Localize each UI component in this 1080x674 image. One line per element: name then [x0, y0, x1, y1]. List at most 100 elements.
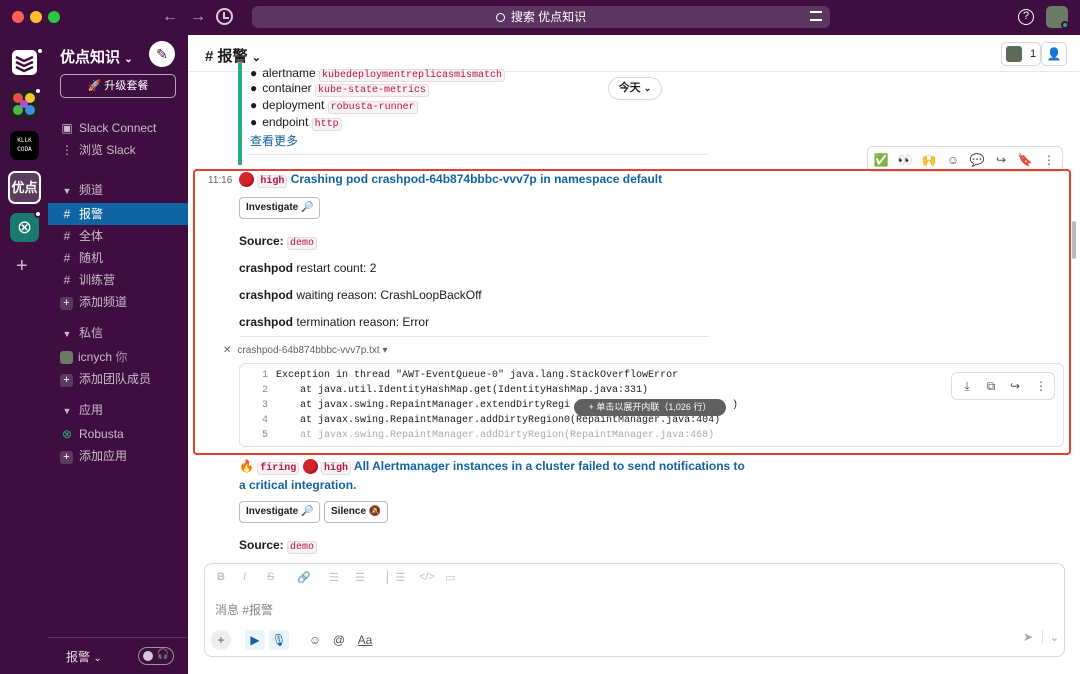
attach-plus-icon[interactable]: + — [211, 630, 231, 650]
mention-icon[interactable]: @ — [329, 630, 349, 650]
alert-title: high Crashing pod crashpod-64b874bbbc-vv… — [239, 172, 662, 188]
dm-section-header[interactable]: ▼ 私信 — [48, 322, 188, 344]
minimize-window-button[interactable] — [30, 11, 42, 23]
next-alert-title-link[interactable]: All Alertmanager instances in a cluster … — [354, 459, 745, 473]
hash-icon: # — [63, 273, 71, 287]
ordered-list-icon[interactable]: ☰ — [329, 571, 339, 584]
sidebar-item-dm-icnych[interactable]: icnych 你 — [48, 346, 188, 368]
compose-icon[interactable]: ✎ — [149, 41, 175, 67]
message-timestamp[interactable]: 11:16 — [208, 175, 232, 186]
user-avatar[interactable] — [1046, 6, 1069, 29]
code-snippet[interactable]: 1 Exception in thread "AWT-EventQueue-0" … — [239, 363, 1064, 447]
upgrade-button[interactable]: 🚀 升级套餐 — [60, 74, 176, 98]
channels-section-header[interactable]: ▼ 频道 — [48, 179, 188, 201]
raised-hands-reaction-icon[interactable]: 🙌 — [920, 151, 938, 169]
add-workspace-icon[interactable]: + — [16, 255, 28, 278]
bookmark-icon[interactable]: 🔖 — [1016, 151, 1034, 169]
share-icon[interactable]: ↪ — [992, 151, 1010, 169]
back-arrow-icon[interactable]: ← — [162, 8, 178, 26]
message-input[interactable]: 消息 #报警 — [215, 601, 273, 618]
workspace-todoist[interactable] — [10, 47, 44, 77]
silence-button[interactable]: Silence 🔕 — [324, 501, 389, 523]
share-icon[interactable]: ↪ — [1006, 377, 1024, 395]
workspace-youdian[interactable]: 优点 — [8, 171, 41, 204]
footer-channel-label[interactable]: 报警 ⌄ — [66, 648, 102, 665]
forward-arrow-icon[interactable]: → — [190, 8, 206, 26]
sidebar-item-alerts[interactable]: # 报警 — [48, 203, 188, 225]
members-button[interactable]: 1 — [1001, 42, 1041, 66]
investigate-button[interactable]: Investigate 🔎 — [239, 197, 321, 219]
huddle-toggle[interactable]: 🎧 — [138, 647, 174, 665]
add-teammate-button[interactable]: + 添加团队成员 — [48, 368, 188, 390]
dm-avatar — [60, 351, 73, 365]
workspace-kllk-coda[interactable]: KLLK CODA — [10, 131, 39, 160]
code-icon[interactable]: </> — [419, 571, 435, 583]
sidebar-item-bootcamp[interactable]: # 训练营 — [48, 269, 188, 291]
vertical-dots-icon: ⋮ — [61, 143, 73, 157]
show-more-link[interactable]: 查看更多 — [250, 132, 298, 149]
history-clock-icon[interactable] — [216, 8, 233, 25]
colorful-logo-icon — [13, 93, 35, 115]
firing-badge: firing — [257, 462, 300, 475]
sidebar-item-random[interactable]: # 随机 — [48, 247, 188, 269]
link-icon[interactable]: 🔗 — [297, 571, 311, 584]
close-window-button[interactable] — [12, 11, 24, 23]
apps-section-header[interactable]: ▼ 应用 — [48, 399, 188, 421]
caret-down-icon: ▼ — [62, 186, 72, 196]
investigate-button[interactable]: Investigate 🔎 — [239, 501, 321, 523]
alert-title-link[interactable]: Crashing pod crashpod-64b874bbbc-vvv7p i… — [291, 172, 662, 186]
workspace-robusta[interactable]: ⊗ — [10, 210, 42, 242]
sidebar-item-general[interactable]: # 全体 — [48, 225, 188, 247]
file-name[interactable]: crashpod-64b874bbbc-vvv7p.txt — [237, 345, 379, 356]
next-alert-title-link-cont[interactable]: a critical integration. — [239, 478, 356, 492]
workspace-name[interactable]: 优点知识 ⌄ — [60, 46, 133, 67]
italic-icon[interactable]: I — [243, 571, 246, 583]
add-member-icon[interactable]: 👤 — [1041, 42, 1067, 66]
scrollbar-thumb[interactable] — [1072, 221, 1076, 259]
unread-dot — [34, 87, 42, 95]
add-channel-button[interactable]: + 添加频道 — [48, 291, 188, 313]
sidebar-footer: 报警 ⌄ 🎧 — [48, 637, 188, 674]
reply-thread-icon[interactable]: 💬 — [968, 151, 986, 169]
sidebar-item-slack-connect[interactable]: ▣ Slack Connect — [48, 117, 188, 139]
search-placeholder: 搜索 优点知识 — [510, 10, 587, 24]
waiting-reason-field: crashpod waiting reason: CrashLoopBackOf… — [239, 288, 482, 302]
date-divider-button[interactable]: 今天 ⌄ — [608, 77, 662, 100]
close-icon[interactable]: ✕ — [223, 345, 231, 356]
emoji-icon[interactable]: ☺ — [305, 630, 325, 650]
sidebar-item-browse-slack[interactable]: ⋮ 浏览 Slack — [48, 139, 188, 161]
search-bar[interactable]: 搜索 优点知识 — [252, 6, 830, 28]
open-external-icon[interactable]: ⧉ — [982, 377, 1000, 395]
help-icon[interactable]: ? — [1018, 9, 1034, 25]
blockquote-icon[interactable]: ▏☰ — [387, 571, 405, 584]
bullet-list-icon[interactable]: ☰ — [355, 571, 365, 584]
add-app-button[interactable]: + 添加应用 — [48, 445, 188, 467]
workspace-colorful[interactable] — [10, 87, 42, 119]
slack-connect-icon: ▣ — [61, 121, 73, 135]
video-clip-icon[interactable]: ▶ — [245, 630, 265, 650]
microphone-icon[interactable]: 🎙 — [269, 630, 289, 650]
rocket-icon: 🚀 — [87, 80, 102, 92]
source-field: Source: demo — [239, 234, 318, 250]
code-block-icon[interactable]: ▭ — [445, 571, 455, 584]
format-text-button[interactable]: Aa — [355, 630, 375, 650]
expand-inline-button[interactable]: + 单击以展开内联（1,026 行） — [574, 399, 726, 416]
sidebar-item-app-robusta[interactable]: ⊗ Robusta — [48, 423, 188, 445]
filter-icon[interactable] — [810, 11, 822, 21]
plus-icon: + — [60, 374, 73, 387]
add-reaction-icon[interactable]: ☺ — [944, 151, 962, 169]
send-icon[interactable]: ➤ ⌄ — [1023, 630, 1060, 644]
bold-icon[interactable]: B — [217, 571, 225, 583]
divider — [239, 336, 709, 337]
download-icon[interactable]: ⤓ — [958, 377, 976, 395]
more-actions-icon[interactable]: ⋮ — [1032, 377, 1050, 395]
zoom-window-button[interactable] — [48, 11, 60, 23]
caret-down-icon: ▼ — [62, 406, 72, 416]
caret-down-icon[interactable]: ▾ — [382, 345, 387, 356]
eyes-reaction-icon[interactable]: 👀 — [896, 151, 914, 169]
channel-view: # 报警 ⌄ 1 👤 ● alertname kubedeploymentrepl… — [188, 35, 1080, 674]
red-circle-icon — [302, 459, 318, 475]
strikethrough-icon[interactable]: S — [267, 571, 274, 583]
check-reaction-icon[interactable]: ✅ — [872, 151, 890, 169]
more-actions-icon[interactable]: ⋮ — [1040, 151, 1058, 169]
